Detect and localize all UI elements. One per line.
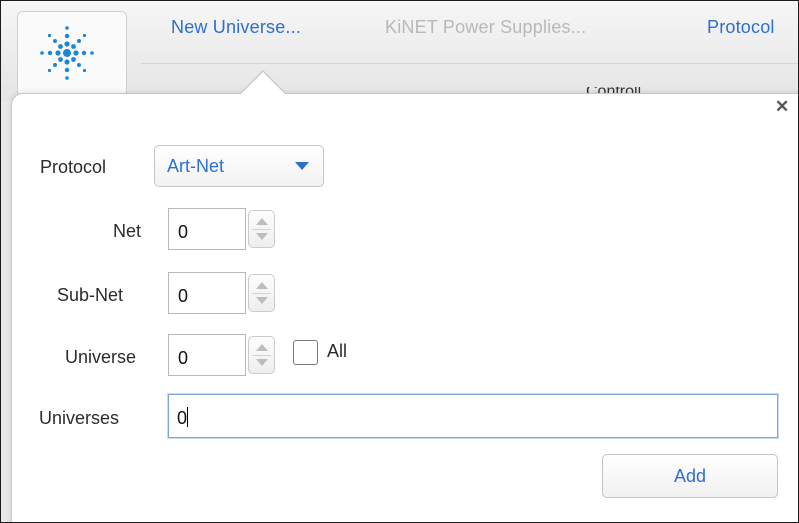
text-cursor	[187, 407, 189, 427]
universe-label: Universe	[65, 347, 137, 367]
tab-new-universe[interactable]: New Universe...	[171, 17, 301, 38]
universes-input-value: 0	[177, 408, 188, 428]
subnet-stepper-buttons[interactable]	[248, 274, 275, 312]
starburst-logo-icon	[40, 26, 94, 80]
subnet-label: Sub-Net	[57, 285, 124, 305]
popover-arrow-fill	[240, 72, 286, 95]
net-field[interactable]: 0	[168, 208, 246, 250]
stepper-down-icon[interactable]	[256, 359, 268, 366]
logo-button[interactable]	[17, 11, 127, 97]
chevron-down-icon	[295, 162, 309, 170]
net-stepper: 0	[168, 208, 278, 250]
app-window: New Universe... KiNET Power Supplies... …	[0, 0, 799, 523]
add-button[interactable]: Add	[602, 454, 778, 498]
protocol-select-value: Art-Net	[167, 156, 225, 176]
stepper-divider	[252, 293, 271, 294]
net-stepper-buttons[interactable]	[248, 210, 275, 248]
stepper-divider	[252, 355, 271, 356]
all-checkbox-label: All	[327, 341, 348, 361]
toolbar: New Universe... KiNET Power Supplies... …	[1, 1, 798, 101]
stepper-divider	[252, 229, 271, 230]
stepper-down-icon[interactable]	[256, 233, 268, 240]
universes-input[interactable]: 0	[168, 394, 778, 438]
stepper-up-icon[interactable]	[256, 344, 268, 351]
universe-field[interactable]: 0	[168, 334, 246, 376]
protocol-select[interactable]: Art-Net	[154, 145, 324, 187]
net-label: Net	[113, 221, 142, 241]
universes-label: Universes	[39, 408, 120, 428]
tab-protocol[interactable]: Protocol	[707, 17, 775, 38]
toolbar-divider	[141, 63, 798, 64]
protocol-label: Protocol	[40, 157, 107, 177]
all-checkbox[interactable]	[293, 340, 318, 365]
subnet-field[interactable]: 0	[168, 272, 246, 314]
close-icon[interactable]: ✕	[775, 97, 789, 117]
tab-kinet-power-supplies: KiNET Power Supplies...	[385, 17, 587, 37]
universe-stepper: 0	[168, 334, 278, 376]
stepper-up-icon[interactable]	[256, 282, 268, 289]
stepper-up-icon[interactable]	[256, 218, 268, 225]
stepper-down-icon[interactable]	[256, 297, 268, 304]
universe-stepper-buttons[interactable]	[248, 336, 275, 374]
subnet-stepper: 0	[168, 272, 278, 314]
